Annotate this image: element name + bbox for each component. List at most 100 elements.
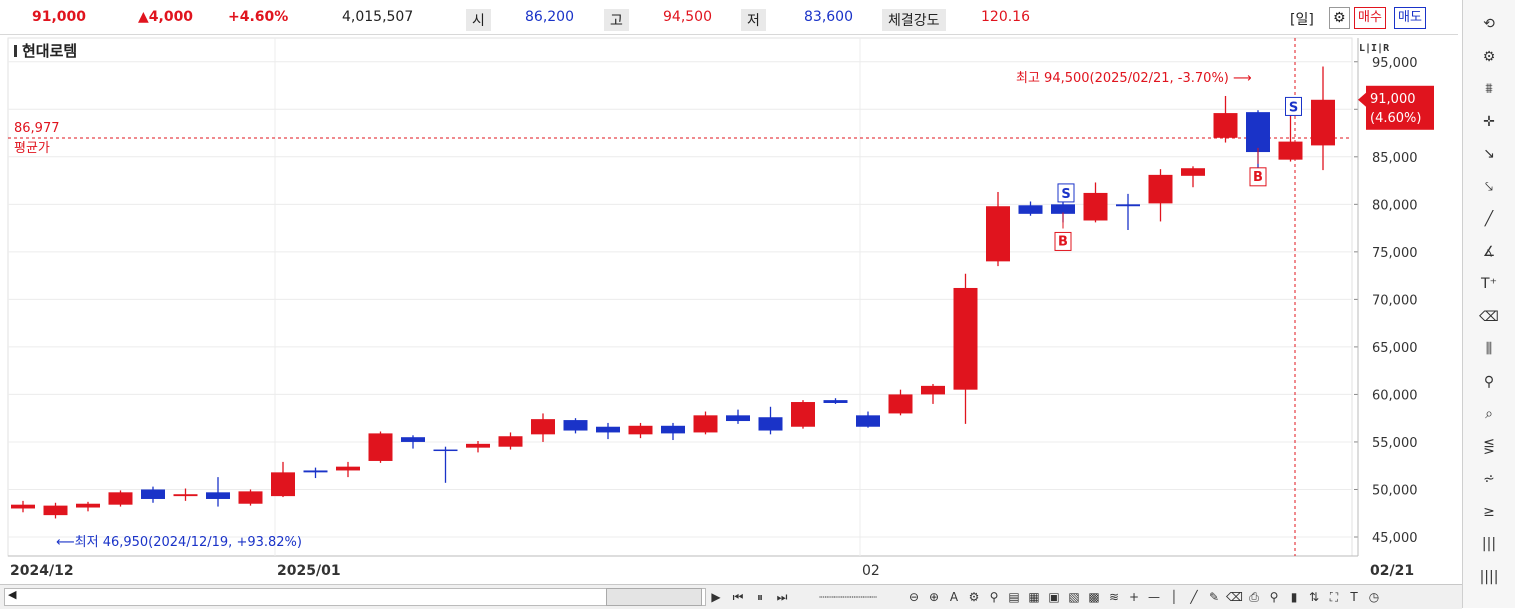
diag-line-icon[interactable]: ╱ (1186, 588, 1202, 606)
price-change-pct: +4.60% (228, 9, 289, 25)
last-page-icon[interactable]: ⏭ (774, 588, 790, 606)
chart-bottom-bar: ◀ ▶ ⏮ ⏸ ⏭ ┈┈┈┈┈┈┈┈ ⊖ ⊕ A ⚙ ⚲ ▤ ▦ ▣ ▧ ▩ ≋… (0, 584, 1462, 609)
candle-body (953, 287, 978, 390)
buy-button[interactable]: 매수 (1354, 7, 1386, 29)
candle-icon[interactable]: ⫼ (1477, 337, 1501, 361)
compare-icon[interactable]: ⋚ (1477, 435, 1501, 459)
zoom-in-icon[interactable]: ⊕ (926, 588, 942, 606)
clock-icon[interactable]: ◷ (1366, 588, 1382, 606)
price-chart[interactable]: 45,000 50,000 55,000 60,000 65,000 70,000 75,0… (0, 34, 1462, 584)
vline-icon[interactable]: │ (1166, 588, 1182, 606)
grid-icon[interactable]: ▣ (1046, 588, 1062, 606)
text-icon[interactable]: T⁺ (1477, 272, 1501, 296)
y-tick-label: 50,000 (1372, 483, 1418, 498)
zoom-slider[interactable]: ┈┈┈┈┈┈┈┈ (800, 588, 896, 606)
pattern-icon[interactable]: ▩ (1086, 588, 1102, 606)
pattern-icon[interactable]: ⩫ (1477, 467, 1501, 491)
expand-icon[interactable]: ⛶ (1326, 588, 1342, 606)
scroll-thumb[interactable] (606, 588, 702, 606)
crosshair-icon[interactable]: ✛ (1477, 110, 1501, 134)
print-icon[interactable]: ⎙ (1246, 588, 1262, 606)
zoom-in-icon[interactable]: ⚲ (1477, 370, 1501, 394)
current-price: 91,000 (32, 9, 87, 25)
x-tick-label: 2024/12 (10, 563, 74, 579)
sell-button[interactable]: 매도 (1394, 7, 1426, 29)
candle-body (1246, 112, 1270, 153)
all-erase-icon[interactable]: ⌫ (1477, 305, 1501, 329)
candle-body (726, 415, 750, 422)
candle-body (238, 491, 263, 504)
table-icon[interactable]: ▦ (1026, 588, 1042, 606)
brush-icon[interactable]: ✎ (1206, 588, 1222, 606)
zoom-out-icon[interactable]: ⊖ (906, 588, 922, 606)
open-price: 86,200 (525, 9, 574, 25)
candle-body (531, 419, 555, 435)
scroll-left-icon[interactable]: ◀ (8, 588, 16, 601)
scale-buttons[interactable]: L|I|R (1359, 43, 1390, 54)
y-tick-label: 85,000 (1372, 151, 1418, 166)
indicator-icon[interactable]: ⩩ (1477, 77, 1501, 101)
first-page-icon[interactable]: ⏮ (730, 588, 746, 606)
y-tick-label: 60,000 (1372, 388, 1418, 403)
line-icon[interactable]: ╱ (1477, 207, 1501, 231)
high-annotation: 최고 94,500(2025/02/21, -3.70%) ⟶ (1016, 71, 1252, 86)
chart-type-icon[interactable]: ▤ (1006, 588, 1022, 606)
candle-body (758, 417, 783, 431)
settings-icon[interactable]: ⚙ (1477, 45, 1501, 69)
high-price: 94,500 (663, 9, 712, 25)
chart-scrollbar[interactable]: ◀ (4, 588, 706, 606)
average-price-value: 86,977 (14, 121, 60, 136)
low-price: 83,600 (804, 9, 853, 25)
stock-name-marker (14, 45, 17, 57)
candle-body (368, 433, 393, 461)
stock-name: 현대로템 (22, 42, 77, 60)
trade-marker-label: B (1253, 170, 1263, 185)
candle-body (596, 426, 620, 433)
candle-body (1311, 99, 1335, 146)
grid-lines-icon[interactable]: |||| (1477, 565, 1501, 589)
wave-icon[interactable]: ≋ (1106, 588, 1122, 606)
candle-body (141, 489, 165, 499)
zoom-fit-icon[interactable]: ⌕ (1477, 402, 1501, 426)
period-selector[interactable]: [일] (1290, 9, 1314, 29)
average-price-label: 평균가 (14, 141, 50, 156)
vertical-lines-icon[interactable]: ||| (1477, 532, 1501, 556)
candle-body (1278, 141, 1303, 160)
y-tick-label: 80,000 (1372, 198, 1418, 213)
y-tick-label: 70,000 (1372, 293, 1418, 308)
scroll-right-icon[interactable]: ▶ (708, 588, 724, 606)
candle-body (43, 505, 68, 516)
sort-icon[interactable]: ⇅ (1306, 588, 1322, 606)
candle-body (823, 400, 848, 403)
trend-draw-icon[interactable]: ↘ (1477, 142, 1501, 166)
candle-body (1051, 204, 1075, 214)
plus-icon[interactable]: + (1126, 588, 1142, 606)
bar-icon[interactable]: ▮ (1286, 588, 1302, 606)
candle-body (1018, 205, 1043, 214)
strength-value: 120.16 (981, 9, 1030, 25)
candle-body (791, 402, 815, 427)
text-a-icon[interactable]: A (946, 588, 962, 606)
text-t-icon[interactable]: T (1346, 588, 1362, 606)
settings-icon[interactable]: ⚙ (966, 588, 982, 606)
image-icon[interactable]: ▧ (1066, 588, 1082, 606)
last-price-label: 91,000 (1370, 92, 1416, 107)
pause-icon[interactable]: ⏸ (752, 588, 768, 606)
candle-body (303, 470, 328, 473)
volume: 4,015,507 (342, 9, 414, 25)
refresh-icon[interactable]: ⟲ (1477, 12, 1501, 36)
candle-body (1116, 204, 1140, 207)
chart-settings-button[interactable]: ⚙ (1329, 7, 1350, 29)
trade-marker-label: S (1061, 187, 1070, 202)
candle-body (433, 449, 458, 452)
search-icon[interactable]: ⚲ (1266, 588, 1282, 606)
trade-marker-label: S (1289, 100, 1298, 115)
erase-icon[interactable]: ⌫ (1226, 588, 1243, 606)
ray-icon[interactable]: ⤥ (1477, 175, 1501, 199)
fibonacci-icon[interactable]: ≥ (1477, 500, 1501, 524)
auto-icon[interactable]: ∡ (1477, 240, 1501, 264)
pin-icon[interactable]: ⚲ (986, 588, 1002, 606)
minus-icon[interactable]: — (1146, 588, 1162, 606)
last-price-pointer (1358, 92, 1366, 107)
high-label: 고 (604, 9, 629, 31)
